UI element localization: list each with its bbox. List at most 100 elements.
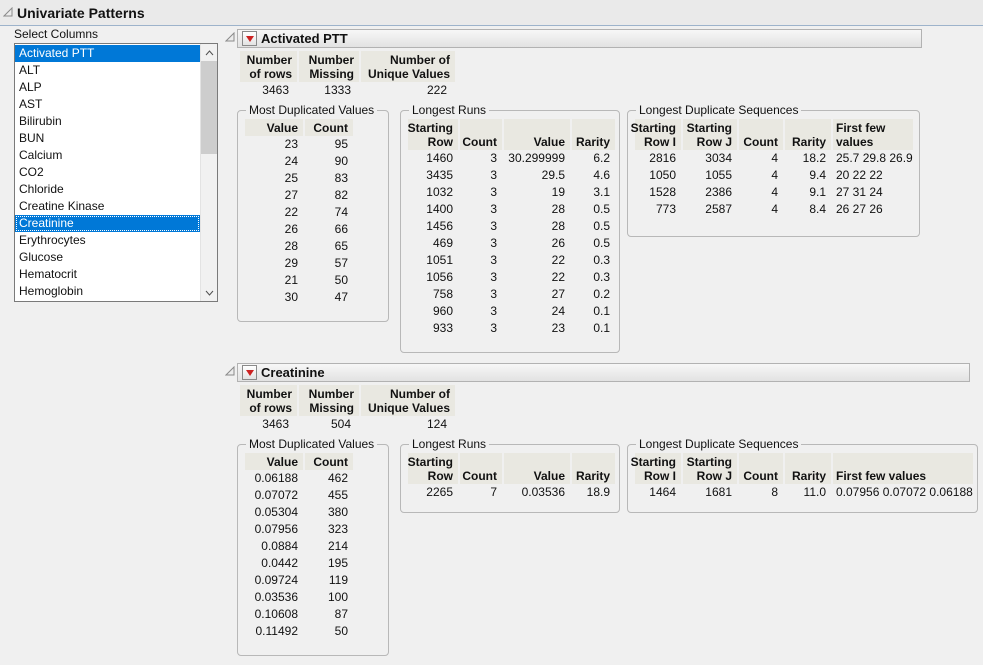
table-row: 1460 3 30.299999 6.2 <box>408 150 615 167</box>
table-cell: 66 <box>305 221 353 238</box>
table-cell: 1056 <box>408 269 458 286</box>
table-row: 758 3 27 0.2 <box>408 286 615 303</box>
table-row: 1528 2386 4 9.1 27 31 24 <box>635 184 915 201</box>
scrollbar-thumb[interactable] <box>201 61 218 154</box>
table-cell: 29.5 <box>504 167 570 184</box>
table-row: 0.03536 100 <box>245 589 384 606</box>
column-list-item[interactable]: AST <box>15 96 200 113</box>
table-cell: 87 <box>305 606 353 623</box>
table-row: 469 3 26 0.5 <box>408 235 615 252</box>
table-cell: 0.1 <box>572 303 615 320</box>
table-cell: 933 <box>408 320 458 337</box>
table-cell: 0.1 <box>572 320 615 337</box>
column-list-item[interactable]: CO2 <box>15 164 200 181</box>
summary-value: 3463 <box>240 82 297 99</box>
univariate-patterns-window: Univariate Patterns Select Columns Activ… <box>0 0 983 665</box>
most-duplicated-values-box: Most Duplicated Values Value Count 23 95… <box>237 103 389 322</box>
column-list-item[interactable]: Creatinine <box>15 215 200 232</box>
table-cell: 11.0 <box>785 484 831 501</box>
table-cell: 0.07956 <box>245 521 303 538</box>
summary-value: 1333 <box>299 82 359 99</box>
table-cell: 24 <box>245 153 303 170</box>
page-title: Univariate Patterns <box>17 5 145 21</box>
table-cell: 1456 <box>408 218 458 235</box>
column-list-item[interactable]: ALP <box>15 79 200 96</box>
table-row: 0.11492 50 <box>245 623 384 640</box>
table-cell: 9.4 <box>785 167 831 184</box>
table-cell: 30 <box>245 289 303 306</box>
column-list-item[interactable]: Glucose <box>15 249 200 266</box>
column-header: Count <box>305 453 353 470</box>
disclosure-triangle-icon[interactable] <box>225 365 235 379</box>
group-box-title: Longest Runs <box>409 103 489 117</box>
listbox-scrollbar[interactable] <box>200 44 217 301</box>
table-cell: 83 <box>305 170 353 187</box>
table-cell: 24 <box>504 303 570 320</box>
scroll-up-button[interactable] <box>201 44 218 61</box>
column-header: Number of Unique Values <box>361 51 455 82</box>
red-triangle-menu-button[interactable] <box>242 365 257 380</box>
table-row: 1400 3 28 0.5 <box>408 201 615 218</box>
table-cell: 27 31 24 <box>833 184 913 201</box>
longest-duplicate-sequences-table: Starting Row I Starting Row J Count Rari… <box>635 453 973 501</box>
table-row: 29 57 <box>245 255 384 272</box>
column-list-item[interactable]: Chloride <box>15 181 200 198</box>
group-box-title: Most Duplicated Values <box>246 437 377 451</box>
table-cell: 469 <box>408 235 458 252</box>
table-cell: 27 <box>504 286 570 303</box>
summary-value: 504 <box>299 416 359 433</box>
column-header: Number of rows <box>240 385 297 416</box>
column-list-item-label: ALT <box>19 63 40 77</box>
table-cell: 0.07072 <box>245 487 303 504</box>
most-duplicated-values-table: Value Count 23 95 24 90 25 <box>245 119 384 306</box>
table-cell: 0.03536 <box>504 484 570 501</box>
table-row: 0.09724 119 <box>245 572 384 589</box>
table-row: 30 47 <box>245 289 384 306</box>
group-box-title: Most Duplicated Values <box>246 103 377 117</box>
table-cell: 30.299999 <box>504 150 570 167</box>
column-header: Number of Unique Values <box>361 385 455 416</box>
chevron-up-icon <box>205 50 214 56</box>
section-header-activated-ptt: Activated PTT <box>237 29 922 48</box>
disclosure-triangle-icon[interactable] <box>3 6 13 20</box>
column-list-item[interactable]: Hemoglobin <box>15 283 200 300</box>
table-cell: 28 <box>504 218 570 235</box>
table-row: 28 65 <box>245 238 384 255</box>
table-row: 26 66 <box>245 221 384 238</box>
scroll-down-button[interactable] <box>201 284 218 301</box>
column-list-item[interactable]: Erythrocytes <box>15 232 200 249</box>
column-list-item-label: CO2 <box>19 165 44 179</box>
red-triangle-menu-button[interactable] <box>242 31 257 46</box>
select-columns-listbox[interactable]: Activated PTT ALT ALP AST Bilirubin BUN … <box>14 43 218 302</box>
column-list-item[interactable]: Hematocrit <box>15 266 200 283</box>
column-header: Value <box>245 453 303 470</box>
column-header: Starting Row J <box>683 453 737 484</box>
table-cell: 95 <box>305 136 353 153</box>
column-list-item[interactable]: BUN <box>15 130 200 147</box>
column-list-item[interactable]: Creatine Kinase <box>15 198 200 215</box>
column-list-item[interactable]: Calcium <box>15 147 200 164</box>
column-list-item-label: Hematocrit <box>19 267 77 281</box>
table-cell: 462 <box>305 470 353 487</box>
table-cell: 18.9 <box>572 484 615 501</box>
table-cell: 0.3 <box>572 252 615 269</box>
table-cell: 0.11492 <box>245 623 303 640</box>
table-cell: 195 <box>305 555 353 572</box>
table-cell: 3 <box>460 286 502 303</box>
column-list-item[interactable]: Bilirubin <box>15 113 200 130</box>
section-title: Creatinine <box>261 365 325 380</box>
table-row: 0.0442 195 <box>245 555 384 572</box>
select-columns-label: Select Columns <box>14 27 98 41</box>
column-header: Count <box>739 119 783 150</box>
table-cell: 22 <box>504 269 570 286</box>
table-cell: 3 <box>460 150 502 167</box>
table-row: 0.07072 455 <box>245 487 384 504</box>
disclosure-triangle-icon[interactable] <box>225 31 235 45</box>
table-cell: 3 <box>460 184 502 201</box>
column-list-item[interactable]: Activated PTT <box>15 45 200 62</box>
column-list-item[interactable]: ALT <box>15 62 200 79</box>
summary-value: 124 <box>361 416 455 433</box>
table-cell: 4 <box>739 184 783 201</box>
summary-table: Number of rows Number Missing Number of … <box>240 385 455 433</box>
column-header: Rarity <box>785 119 831 150</box>
